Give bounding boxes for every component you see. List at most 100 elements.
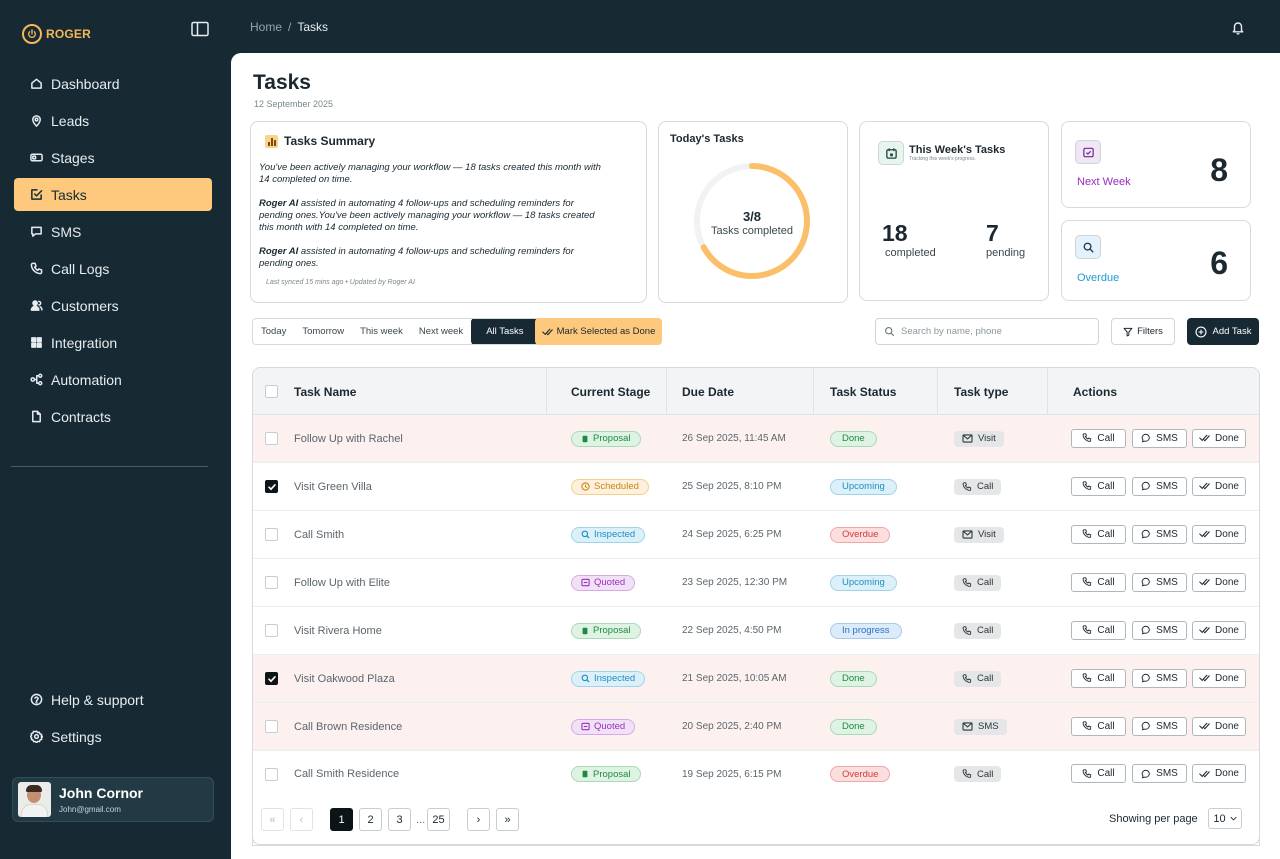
table-row[interactable]: Call Smith Inspected 24 Sep 2025, 6:25 PM O… [253,511,1259,559]
sidebar-item-settings[interactable]: Settings [14,720,212,753]
next-week-card[interactable]: Next Week 8 [1061,121,1251,208]
task-type-icon [962,722,973,731]
call-button[interactable]: Call [1071,668,1126,688]
sidebar-item-tasks[interactable]: Tasks [14,178,212,211]
stage-badge: Scheduled [571,478,649,495]
sms-button[interactable]: SMS [1132,764,1187,783]
done-button[interactable]: Done [1192,764,1246,783]
breadcrumb-home[interactable]: Home [250,20,282,34]
weekly-tasks-card: This Week's Tasks Tracking this week's p… [859,121,1049,301]
sms-button[interactable]: SMS [1132,572,1187,592]
row-checkbox[interactable] [265,672,278,685]
last-page-icon[interactable]: » [496,808,519,831]
sidebar-item-call-logs[interactable]: Call Logs [14,252,212,285]
table-row[interactable]: Follow Up with Elite Quoted 23 Sep 2025, 1… [253,559,1259,607]
row-checkbox[interactable] [265,432,278,445]
row-checkbox[interactable] [265,576,278,589]
todays-tasks-label: Tasks completed [711,225,793,237]
call-button[interactable]: Call [1071,620,1126,640]
call-button[interactable]: Call [1071,716,1126,736]
prev-page-icon[interactable]: ‹ [290,808,313,831]
sidebar-item-leads[interactable]: Leads [14,104,212,137]
mark-selected-done-button[interactable]: Mark Selected as Done [535,318,662,345]
col-current-stage[interactable]: Current Stage [571,368,650,415]
done-button[interactable]: Done [1192,716,1246,736]
table-row[interactable]: Visit Oakwood Plaza Inspected 21 Sep 2025,… [253,655,1259,703]
done-button[interactable]: Done [1192,476,1246,496]
sms-button[interactable]: SMS [1132,428,1187,448]
sms-button[interactable]: SMS [1132,476,1187,496]
first-page-icon[interactable]: « [261,808,284,831]
table-row[interactable]: Visit Green Villa Scheduled 25 Sep 2025, 8… [253,463,1259,511]
col-due-date[interactable]: Due Date [682,368,734,415]
user-profile[interactable]: John Cornor John@gmail.com [12,777,214,822]
tab-next-week[interactable]: Next week [411,319,471,344]
logo[interactable]: ROGER [22,24,91,44]
breadcrumb-current: Tasks [297,20,329,34]
col-task-status[interactable]: Task Status [830,368,896,415]
customers-icon [30,300,43,311]
overdue-card[interactable]: Overdue 6 [1061,220,1251,301]
help-icon [30,693,43,706]
table-row[interactable]: Call Brown Residence Quoted 20 Sep 2025, 2… [253,703,1259,751]
row-checkbox[interactable] [265,528,278,541]
col-task-type[interactable]: Task type [954,368,1008,415]
sidebar-toggle-icon[interactable] [191,21,209,37]
sidebar-item-sms[interactable]: SMS [14,215,212,248]
call-button[interactable]: Call [1071,476,1126,496]
call-button[interactable]: Call [1071,524,1126,544]
sms-button[interactable]: SMS [1132,620,1187,640]
page-last-button[interactable]: 25 [427,808,450,831]
sms-button[interactable]: SMS [1132,668,1187,688]
row-checkbox[interactable] [265,720,278,733]
call-button[interactable]: Call [1071,428,1126,448]
search-input[interactable] [901,326,1091,337]
select-all-checkbox[interactable] [265,385,278,398]
done-button[interactable]: Done [1192,572,1246,592]
tab-today[interactable]: Today [253,319,294,344]
tab-all-tasks[interactable]: All Tasks [471,319,539,344]
page-2-button[interactable]: 2 [359,808,382,831]
sidebar-item-contracts[interactable]: Contracts [14,400,212,433]
done-button[interactable]: Done [1192,524,1246,544]
sms-label: SMS [1156,624,1178,636]
next-week-label: Next Week [1077,176,1131,188]
call-button[interactable]: Call [1071,764,1126,783]
done-button[interactable]: Done [1192,668,1246,688]
next-page-icon[interactable]: › [467,808,490,831]
row-checkbox[interactable] [265,480,278,493]
tab-this-week[interactable]: This week [352,319,411,344]
summary-sync-status: Last synced 15 mins ago • Updated by Rog… [266,279,415,286]
task-name: Follow Up with Elite [294,576,390,589]
table-row[interactable]: Call Smith Residence Proposal 19 Sep 2025,… [253,751,1259,798]
sidebar-item-dashboard[interactable]: Dashboard [14,67,212,100]
done-button[interactable]: Done [1192,428,1246,448]
page-3-button[interactable]: 3 [388,808,411,831]
status-badge: Overdue [830,766,891,782]
sidebar-item-automation[interactable]: Automation [14,363,212,396]
task-type-badge: SMS [954,718,1007,735]
call-button[interactable]: Call [1071,572,1126,592]
task-name: Call Smith [294,528,345,541]
table-row[interactable]: Visit Rivera Home Proposal 22 Sep 2025, 4:… [253,607,1259,655]
table-row[interactable]: Follow Up with Rachel Proposal 26 Sep 2025… [253,415,1259,463]
filters-button[interactable]: Filters [1111,318,1175,345]
page-1-button[interactable]: 1 [330,808,353,831]
add-task-button[interactable]: Add Task [1187,318,1259,345]
per-page-select[interactable]: 10 [1208,808,1242,829]
sms-button[interactable]: SMS [1132,716,1187,736]
row-checkbox[interactable] [265,624,278,637]
sidebar-item-integration[interactable]: Integration [14,326,212,359]
col-task-name[interactable]: Task Name [294,368,356,415]
row-checkbox[interactable] [265,767,278,781]
sidebar-item-help[interactable]: Help & support [14,683,212,716]
sidebar-item-stages[interactable]: Stages [14,141,212,174]
stage-label: Quoted [594,721,626,732]
plus-circle-icon [1195,325,1207,338]
done-button[interactable]: Done [1192,620,1246,640]
bell-icon[interactable] [1231,20,1245,35]
sidebar-item-customers[interactable]: Customers [14,289,212,322]
tab-tomorrow[interactable]: Tomorrow [294,319,352,344]
due-date: 19 Sep 2025, 6:15 PM [682,768,782,780]
sms-button[interactable]: SMS [1132,524,1187,544]
